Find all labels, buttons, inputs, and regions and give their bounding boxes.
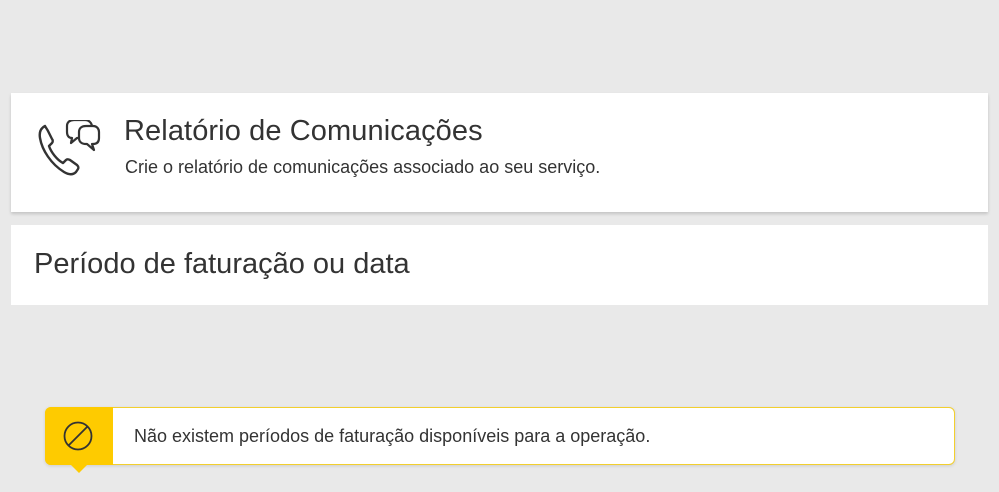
page: Relatório de Comunicações Crie o relatór… xyxy=(0,0,999,492)
phone-chat-icon xyxy=(38,120,101,176)
no-entry-icon xyxy=(63,421,92,450)
no-periods-alert: Não existem períodos de faturação dispon… xyxy=(44,406,955,473)
billing-period-title: Período de faturação ou data xyxy=(34,248,410,280)
alert-message: Não existem períodos de faturação dispon… xyxy=(134,426,651,446)
alert-icon-box xyxy=(44,406,113,473)
billing-period-card: Período de faturação ou data xyxy=(11,225,988,305)
page-subtitle: Crie o relatório de comunicações associa… xyxy=(125,157,601,177)
page-title: Relatório de Comunicações xyxy=(124,115,483,147)
report-header-card: Relatório de Comunicações Crie o relatór… xyxy=(11,93,988,212)
